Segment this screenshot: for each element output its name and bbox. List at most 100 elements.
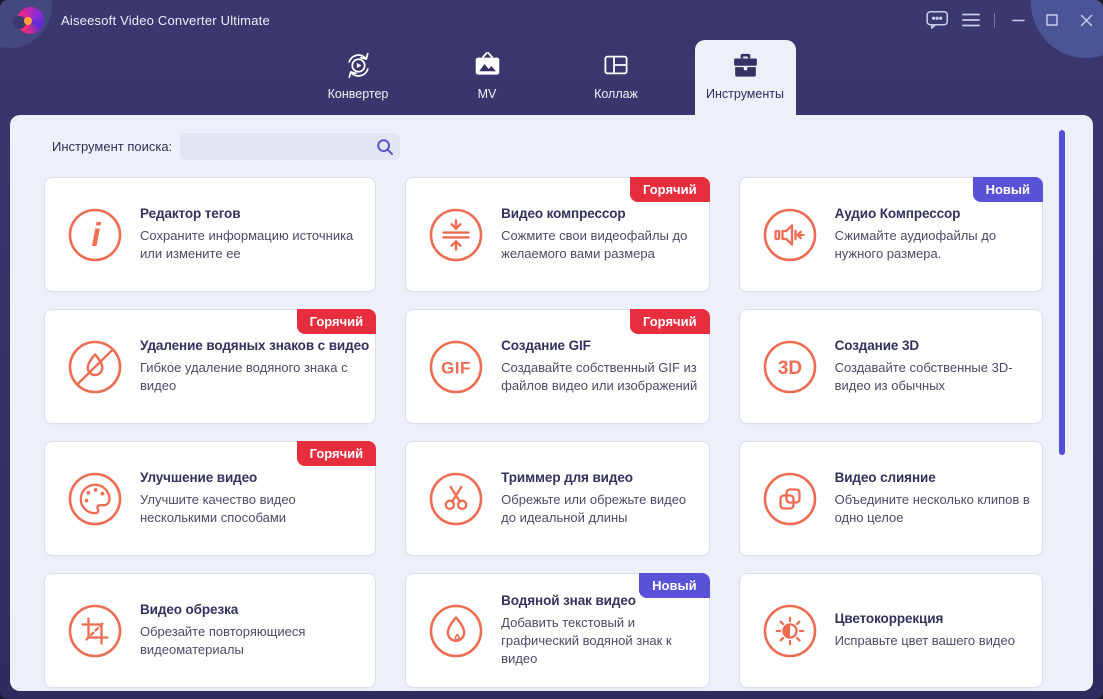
card-text: Триммер для видео Обрежьте или обрежьте в… xyxy=(501,470,708,527)
badge-hot: Горячий xyxy=(296,309,377,334)
converter-icon xyxy=(343,49,374,81)
chat-icon xyxy=(925,10,949,30)
merge-icon xyxy=(762,471,818,527)
palette-icon xyxy=(67,471,123,527)
mv-icon xyxy=(472,49,503,81)
tool-card[interactable]: Триммер для видео Обрежьте или обрежьте в… xyxy=(405,441,710,556)
card-text: Удаление водяных знаков с видео Гибкое уд… xyxy=(140,338,375,395)
svg-text:GIF: GIF xyxy=(441,358,471,377)
maximize-icon xyxy=(1046,14,1058,26)
tool-description: Обрезайте повторяющиеся видеоматериалы xyxy=(140,624,306,657)
tool-title: Видео слияние xyxy=(834,470,936,486)
close-button[interactable] xyxy=(1069,0,1103,40)
tool-card[interactable]: i Редактор тегов Сохраните информацию исто… xyxy=(44,177,377,292)
window-title: Aiseesoft Video Converter Ultimate xyxy=(61,12,270,28)
content-panel: Инструмент поиска: i Редактор тегов Сохран… xyxy=(10,115,1093,691)
tool-title: Триммер для видео xyxy=(501,470,633,486)
scrollbar-thumb[interactable] xyxy=(1059,130,1065,455)
search-label: Инструмент поиска: xyxy=(52,139,173,154)
card-text: Водяной знак видео Добавить текстовый и г… xyxy=(501,593,708,668)
tool-title: Видео обрезка xyxy=(140,602,239,618)
tool-card[interactable]: Цветокоррекция Исправьте цвет вашего виде… xyxy=(738,573,1043,688)
tool-card[interactable]: 3D Создание 3D Создавайте собственные 3D-в… xyxy=(738,309,1043,424)
tool-description: Создавайте собственный GIF из файлов вид… xyxy=(501,360,698,393)
color-correction-icon xyxy=(762,603,818,659)
svg-text:i: i xyxy=(91,216,101,253)
search-icon[interactable] xyxy=(375,137,394,156)
audio-compress-icon xyxy=(762,207,818,263)
tool-title: Цветокоррекция xyxy=(834,611,944,627)
minimize-button[interactable] xyxy=(1001,0,1035,40)
maximize-button[interactable] xyxy=(1035,0,1069,40)
tool-card[interactable]: Водяной знак видео Добавить текстовый и г… xyxy=(405,573,710,688)
tool-description: Улучшите качество видео несколькими спос… xyxy=(140,492,296,525)
tool-description: Объедините несколько клипов в одно целое xyxy=(834,492,1030,525)
window-controls xyxy=(920,0,1103,40)
tab-конвертер[interactable]: Конвертер xyxy=(308,40,409,115)
card-text: Видео обрезка Обрезайте повторяющиеся вид… xyxy=(140,602,368,659)
tool-card[interactable]: Удаление водяных знаков с видео Гибкое уд… xyxy=(44,309,377,424)
tool-description: Добавить текстовый и графический водяной… xyxy=(501,615,672,666)
close-icon xyxy=(1080,14,1093,27)
card-text: Видео компрессор Сожмите свои видеофайлы … xyxy=(501,206,708,263)
tool-card[interactable]: Улучшение видео Улучшите качество видео н… xyxy=(44,441,377,556)
card-text: Редактор тегов Сохраните информацию источ… xyxy=(140,206,368,263)
tool-card[interactable]: Видео слияние Объедините несколько клипов… xyxy=(738,441,1043,556)
tool-description: Гибкое удаление водяного знака с видео xyxy=(140,360,348,393)
tool-card[interactable]: Аудио Компрессор Сжимайте аудиофайлы до н… xyxy=(738,177,1043,292)
tool-title: Редактор тегов xyxy=(140,206,241,222)
card-text: Создание 3D Создавайте собственные 3D-вид… xyxy=(835,338,1042,395)
tab-bar: Конвертер MV Коллаж Инструменты xyxy=(0,40,1103,115)
badge-new: Новый xyxy=(972,177,1043,202)
card-text: Видео слияние Объедините несколько клипов… xyxy=(835,470,1042,527)
collage-icon xyxy=(601,49,631,81)
tool-description: Сжимайте аудиофайлы до нужного размера. xyxy=(834,228,997,261)
tool-card[interactable]: GIF Создание GIF Создавайте собственный GI… xyxy=(405,309,710,424)
tool-title: Улучшение видео xyxy=(140,470,258,486)
feedback-button[interactable] xyxy=(920,0,954,40)
tool-description: Создавайте собственные 3D-видео из обычн… xyxy=(834,360,1013,393)
card-text: Цветокоррекция Исправьте цвет вашего виде… xyxy=(835,611,1021,650)
tool-title: Аудио Компрессор xyxy=(834,206,961,222)
tool-title: Создание GIF xyxy=(501,338,591,354)
tool-description: Сохраните информацию источника или измен… xyxy=(140,228,354,261)
tab-label: Конвертер xyxy=(327,87,389,101)
tool-title: Создание 3D xyxy=(834,338,920,354)
menu-button[interactable] xyxy=(954,0,988,40)
tool-description: Исправьте цвет вашего видео xyxy=(834,633,1015,649)
tab-label: MV xyxy=(477,87,497,101)
hamburger-icon xyxy=(962,13,980,27)
card-text: Улучшение видео Улучшите качество видео н… xyxy=(140,470,368,527)
toolbox-icon xyxy=(730,49,761,81)
tool-title: Видео компрессор xyxy=(501,206,626,222)
badge-hot: Горячий xyxy=(630,177,710,202)
gif-icon: GIF xyxy=(428,339,484,395)
3d-icon: 3D xyxy=(762,339,818,395)
tab-label: Инструменты xyxy=(706,87,784,101)
tool-description: Обрежьте или обрежьте видео до идеальной… xyxy=(501,492,687,525)
card-text: Создание GIF Создавайте собственный GIF и… xyxy=(501,338,708,395)
tools-grid: i Редактор тегов Сохраните информацию исто… xyxy=(44,177,1043,688)
svg-text:3D: 3D xyxy=(777,358,801,379)
watermark-icon xyxy=(428,603,484,659)
search-row: Инструмент поиска: xyxy=(52,133,1043,160)
tab-mv[interactable]: MV xyxy=(437,40,538,115)
info-icon: i xyxy=(67,207,123,263)
app-window: Aiseesoft Video Converter Ultimate Конве… xyxy=(0,0,1103,699)
badge-new: Новый xyxy=(639,573,710,598)
card-text: Аудио Компрессор Сжимайте аудиофайлы до н… xyxy=(835,206,1042,263)
compress-icon xyxy=(428,207,484,263)
tab-инструменты[interactable]: Инструменты xyxy=(694,40,796,115)
tool-card[interactable]: Видео обрезка Обрезайте повторяющиеся вид… xyxy=(44,573,377,688)
badge-hot: Горячий xyxy=(296,441,377,466)
search-box xyxy=(180,133,401,160)
tab-коллаж[interactable]: Коллаж xyxy=(566,40,667,115)
search-input[interactable] xyxy=(180,133,401,160)
app-logo-icon xyxy=(13,6,44,34)
crop-icon xyxy=(67,603,123,659)
badge-hot: Горячий xyxy=(630,309,710,334)
tool-description: Сожмите свои видеофайлы до желаемого вам… xyxy=(501,228,688,261)
titlebar: Aiseesoft Video Converter Ultimate xyxy=(0,0,1103,40)
tool-card[interactable]: Видео компрессор Сожмите свои видеофайлы … xyxy=(405,177,710,292)
tab-label: Коллаж xyxy=(594,87,638,101)
